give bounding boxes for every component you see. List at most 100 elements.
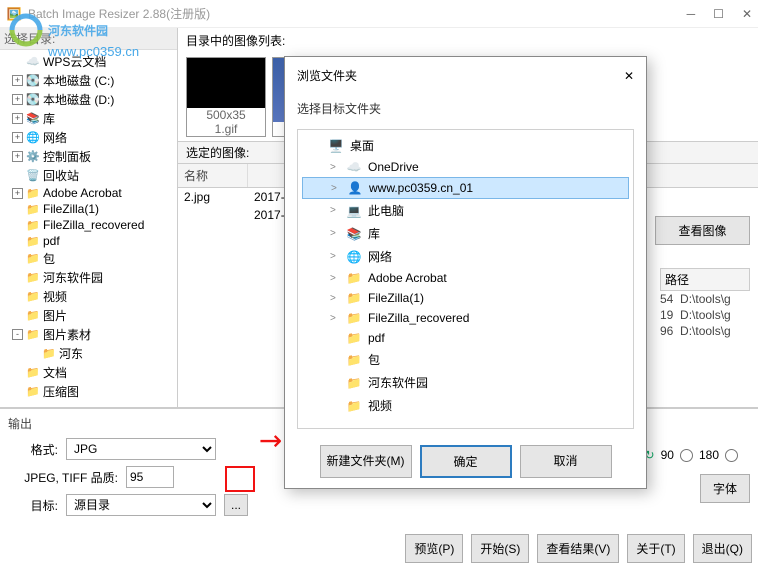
folder-item[interactable]: >💻此电脑 (302, 199, 629, 222)
quality-label: JPEG, TIFF 品质: (8, 469, 118, 486)
drive-icon: 💽 (26, 74, 40, 88)
tree-item[interactable]: 📁河东软件园 (2, 268, 175, 287)
tree-item[interactable]: +💽本地磁盘 (D:) (2, 90, 175, 109)
folder-label: 库 (368, 225, 380, 242)
cancel-button[interactable]: 取消 (520, 445, 612, 478)
folder-label: 河东软件园 (368, 374, 428, 391)
folder-label: FileZilla_recovered (368, 311, 469, 325)
chevron-icon[interactable]: > (330, 273, 340, 284)
preview-button[interactable]: 预览(P) (405, 534, 463, 563)
tree-item[interactable]: 📁文档 (2, 363, 175, 382)
folder-item[interactable]: 📁视频 (302, 394, 629, 417)
rotate-180-radio[interactable] (680, 449, 693, 462)
tree-item[interactable]: +🌐网络 (2, 128, 175, 147)
chevron-icon[interactable]: > (330, 313, 340, 324)
folder-icon: 📁 (26, 252, 40, 266)
tree-item[interactable]: 📁FileZilla_recovered (2, 217, 175, 233)
tree-label: 控制面板 (43, 148, 91, 165)
tree-item[interactable]: +📁Adobe Acrobat (2, 185, 175, 201)
tree-item[interactable]: 📁pdf (2, 233, 175, 249)
thumbnail[interactable]: 500x351.gif (186, 57, 266, 137)
tree-item[interactable]: 📁图片 (2, 306, 175, 325)
tree-label: 本地磁盘 (D:) (43, 91, 114, 108)
folder-item[interactable]: 📁pdf (302, 328, 629, 348)
browse-button[interactable]: ... (224, 494, 248, 516)
folder-item[interactable]: >📁FileZilla(1) (302, 288, 629, 308)
maximize-button[interactable]: ☐ (713, 7, 724, 21)
chevron-icon[interactable]: > (331, 183, 341, 194)
folder-label: Adobe Acrobat (368, 271, 447, 285)
start-button[interactable]: 开始(S) (471, 534, 529, 563)
image-list-label: 目录中的图像列表: (178, 28, 758, 53)
tree-item[interactable]: 📁压缩图 (2, 382, 175, 401)
folder-item[interactable]: >📚库 (302, 222, 629, 245)
exit-button[interactable]: 退出(Q) (693, 534, 752, 563)
folder-icon: 📁 (42, 347, 56, 361)
col-name[interactable]: 名称 (178, 164, 248, 187)
expander-icon[interactable]: - (12, 329, 23, 340)
expander-icon[interactable]: + (12, 132, 23, 143)
folder-label: www.pc0359.cn_01 (369, 181, 473, 195)
tree-label: FileZilla_recovered (43, 218, 144, 232)
browse-folder-dialog: 浏览文件夹 ✕ 选择目标文件夹 🖥️桌面>☁️OneDrive>👤www.pc0… (284, 56, 647, 489)
folder-label: 此电脑 (368, 202, 404, 219)
chevron-icon[interactable]: > (330, 293, 340, 304)
folder-tree[interactable]: ☁️WPS云文档+💽本地磁盘 (C:)+💽本地磁盘 (D:)+📚库+🌐网络+⚙️… (0, 50, 177, 407)
tree-item[interactable]: 🗑️回收站 (2, 166, 175, 185)
tree-label: 视频 (43, 288, 67, 305)
drive-icon: 💽 (26, 93, 40, 107)
folder-item[interactable]: > 📁 FileZilla_recovered (302, 308, 629, 328)
folder-icon: 📁 (26, 328, 40, 342)
watermark-logo: 河东软件园 (8, 12, 108, 48)
tree-item[interactable]: +⚙️控制面板 (2, 147, 175, 166)
tree-item[interactable]: -📁图片素材 (2, 325, 175, 344)
tree-label: 压缩图 (43, 383, 79, 400)
chevron-icon[interactable]: > (330, 251, 340, 262)
folder-item[interactable]: >☁️OneDrive (302, 157, 629, 177)
expander-icon[interactable]: + (12, 75, 23, 86)
expander-icon[interactable]: + (12, 94, 23, 105)
tree-item[interactable]: +📚库 (2, 109, 175, 128)
close-button[interactable]: ✕ (742, 7, 752, 21)
col-path-header[interactable]: 路径 (660, 268, 750, 291)
folder-item[interactable]: >📁Adobe Acrobat (302, 268, 629, 288)
rotate-none-radio[interactable] (725, 449, 738, 462)
about-button[interactable]: 关于(T) (627, 534, 684, 563)
chevron-icon[interactable]: > (330, 162, 340, 173)
folder-item[interactable]: 📁河东软件园 (302, 371, 629, 394)
tree-item[interactable]: +💽本地磁盘 (C:) (2, 71, 175, 90)
folder-icon: 📁 (346, 311, 362, 325)
thumb-name: 1.gif (215, 122, 238, 136)
minimize-button[interactable]: ─ (687, 7, 696, 21)
chevron-icon[interactable]: > (330, 205, 340, 216)
chevron-icon[interactable]: > (330, 228, 340, 239)
folder-item[interactable]: 📁包 (302, 348, 629, 371)
results-button[interactable]: 查看结果(V) (537, 534, 619, 563)
new-folder-button[interactable]: 新建文件夹(M) (320, 445, 412, 478)
tree-label: 图片素材 (43, 326, 91, 343)
tree-item[interactable]: 📁包 (2, 249, 175, 268)
user-icon: 👤 (347, 181, 363, 195)
quality-input[interactable] (126, 466, 174, 488)
dialog-close-button[interactable]: ✕ (624, 69, 634, 83)
folder-item[interactable]: >🌐网络 (302, 245, 629, 268)
font-button[interactable]: 字体 (700, 474, 750, 503)
rotate-options: ↻90 180 (645, 448, 738, 462)
expander-icon[interactable]: + (12, 151, 23, 162)
tree-item[interactable]: 📁视频 (2, 287, 175, 306)
folder-list[interactable]: 🖥️桌面>☁️OneDrive>👤www.pc0359.cn_01>💻此电脑>📚… (297, 129, 634, 429)
folder-item[interactable]: 🖥️桌面 (302, 134, 629, 157)
view-image-button[interactable]: 查看图像 (655, 216, 750, 245)
format-select[interactable]: JPG (66, 438, 216, 460)
watermark-url: www.pc0359.cn (48, 44, 139, 59)
folder-item[interactable]: > 👤 www.pc0359.cn_01 (302, 177, 629, 199)
expander-icon[interactable]: + (12, 113, 23, 124)
ok-button[interactable]: 确定 (420, 445, 512, 478)
dialog-title: 浏览文件夹 (297, 67, 357, 84)
tree-item[interactable]: 📁河东 (2, 344, 175, 363)
folder-icon: 📁 (26, 366, 40, 380)
tree-item[interactable]: 📁FileZilla(1) (2, 201, 175, 217)
expander-icon[interactable]: + (12, 188, 23, 199)
folder-icon: 📁 (26, 234, 40, 248)
target-select[interactable]: 源目录 (66, 494, 216, 516)
